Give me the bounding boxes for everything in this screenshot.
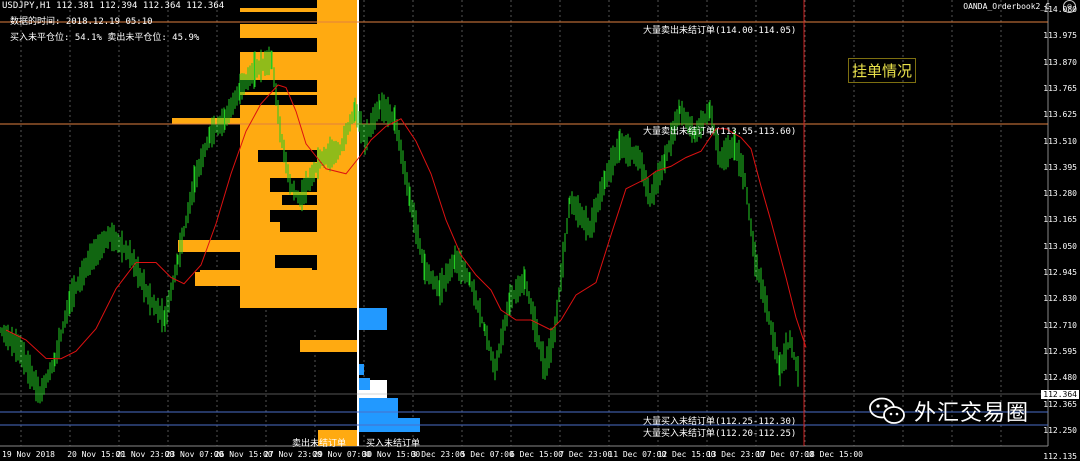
orderbook-gap: [300, 308, 317, 330]
time-tick-label: 18 Dec 15:00: [805, 450, 863, 459]
time-tick-label: 7 Dec 23:00: [559, 450, 613, 459]
price-tick-label: 113.050: [1043, 241, 1077, 251]
orderbook-sell-bar: [172, 118, 357, 124]
price-tick-label: 112.830: [1043, 294, 1077, 304]
order-situation-label: 挂单情况: [848, 58, 917, 83]
orderbook-sell-bar: [300, 340, 357, 352]
watermark: 外汇交易圈: [868, 395, 1029, 427]
data-time-label: 数据的时间: 2018.12.19 05:10: [10, 17, 153, 27]
price-tick-label: 113.870: [1043, 57, 1077, 67]
price-tick-label: 113.510: [1043, 136, 1077, 146]
time-tick-label: 5 Dec 07:00: [460, 450, 514, 459]
time-tick-label: 3 Dec 23:00: [411, 450, 465, 459]
indicator-name: OANDA_Orderbook2_C: [963, 2, 1050, 11]
price-tick-label: 112.365: [1043, 399, 1077, 409]
price-tick-label: 113.280: [1043, 189, 1077, 199]
orderbook-gap: [312, 260, 317, 270]
time-tick-label: 19 Nov 2018: [2, 450, 55, 459]
price-tick-label: 112.595: [1043, 346, 1077, 356]
orderbook-gap: [258, 150, 317, 162]
orderbook-sell-bar: [195, 272, 357, 286]
price-tick-label: 112.945: [1043, 268, 1077, 277]
level-label-sell-2: 大量卖出未结订单(113.55-113.60): [643, 127, 797, 137]
price-tick-label: 112.480: [1043, 373, 1077, 383]
price-tick-label: 112.710: [1043, 320, 1077, 330]
buy-orders-label: 买入未结订单: [366, 439, 421, 449]
orderbook-gap: [240, 0, 317, 8]
orderbook-buy-bar: [359, 378, 370, 390]
orderbook-gap: [240, 38, 317, 52]
price-tick-label: 113.625: [1043, 110, 1077, 120]
price-tick-label: 113.165: [1043, 215, 1077, 225]
orderbook-gap: [270, 210, 317, 222]
price-tick-label: 113.765: [1043, 83, 1077, 93]
current-price-tag: 112.364: [1041, 390, 1079, 399]
price-tick-label: 114.080: [1043, 5, 1077, 14]
orderbook-buy-bar: [359, 364, 364, 375]
time-tick-label: 6 Dec 15:00: [510, 450, 563, 459]
sell-orders-label: 卖出未结订单: [292, 439, 347, 449]
price-tick-label: 113.975: [1043, 31, 1077, 41]
price-chart[interactable]: [0, 0, 1080, 460]
orderbook-buy-bar: [359, 308, 387, 330]
orderbook-buy-bar: [359, 398, 398, 420]
orderbook-gap: [275, 255, 317, 268]
symbol-info: USDJPY,H1 112.381 112.394 112.364 112.36…: [2, 1, 225, 11]
orderbook-gap: [280, 222, 317, 232]
orderbook-sell-bar: [178, 240, 357, 252]
wechat-icon: [869, 397, 905, 424]
orderbook-divider: [357, 0, 359, 446]
level-label-sell-1: 大量卖出未结订单(114.00-114.05): [643, 26, 797, 36]
price-tick-label: 113.395: [1043, 162, 1077, 172]
watermark-text: 外汇交易圈: [914, 401, 1030, 426]
level-label-buy-2: 大量买入未结订单(112.20-112.25): [643, 429, 797, 439]
price-tick-label: 112.250: [1043, 425, 1077, 435]
open-positions-label: 买入未平仓位: 54.1% 卖出未平仓位: 45.9%: [10, 33, 200, 43]
